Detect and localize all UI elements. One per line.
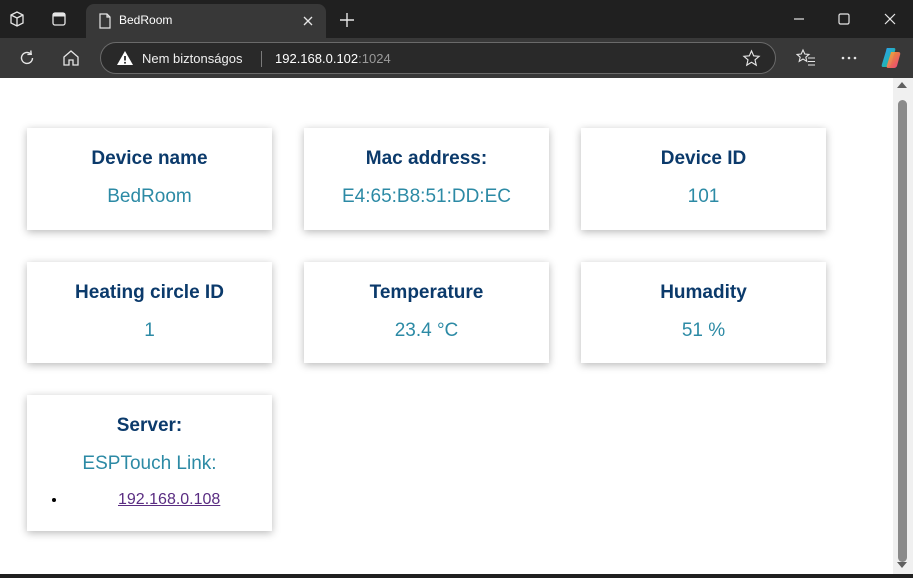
humidity-title: Humadity [660,282,747,303]
server-card: Server: ESPTouch Link: 192.168.0.108 [27,395,272,531]
url-host: 192.168.0.102 [275,51,359,66]
title-bar: BedRoom [0,0,913,38]
maximize-icon[interactable] [835,10,853,28]
page-viewport: Device name BedRoom Mac address: E4:65:B… [0,78,893,574]
temperature-card: Temperature 23.4 °C [304,262,549,363]
scrollbar[interactable] [893,78,913,574]
security-label[interactable]: Nem biztonságos [142,51,242,66]
close-icon[interactable] [881,10,899,28]
page-icon [99,13,111,29]
esptouch-label: ESPTouch Link: [82,453,217,474]
scroll-thumb[interactable] [898,100,907,562]
mac-address-title: Mac address: [365,148,488,169]
plus-icon[interactable] [338,11,356,29]
more-icon[interactable] [839,48,859,68]
heating-circle-title: Heating circle ID [75,282,224,303]
minimize-icon[interactable] [790,10,808,28]
favorites-icon[interactable] [796,48,816,68]
heating-circle-value: 1 [144,320,155,341]
temperature-value: 23.4 °C [394,320,459,341]
device-id-title: Device ID [660,148,747,169]
device-id-value: 101 [687,186,720,207]
url-text[interactable]: 192.168.0.102:1024 [275,51,391,66]
warning-icon[interactable] [116,50,134,66]
device-name-title: Device name [91,148,208,169]
star-icon[interactable] [742,49,761,68]
device-id-card: Device ID 101 [581,128,826,230]
refresh-icon[interactable] [17,48,37,68]
copilot-icon[interactable] [879,46,903,70]
tab-title: BedRoom [119,13,173,27]
window-bottom-edge [0,574,913,578]
device-name-card: Device name BedRoom [27,128,272,230]
browser-toolbar: Nem biztonságos 192.168.0.102:1024 [0,38,913,78]
server-link-list: 192.168.0.108 [27,491,272,509]
server-link[interactable]: 192.168.0.108 [118,491,220,508]
temperature-title: Temperature [369,282,484,303]
close-icon[interactable] [300,13,316,29]
tab-bedroom[interactable]: BedRoom [86,4,326,38]
device-name-value: BedRoom [107,186,192,207]
humidity-value: 51 % [681,320,726,341]
list-item: 192.168.0.108 [67,491,272,509]
mac-address-value: E4:65:B8:51:DD:EC [342,186,511,207]
scroll-down-arrow[interactable] [897,562,907,568]
url-port: :1024 [358,51,391,66]
workspaces-icon[interactable] [7,9,27,29]
humidity-card: Humadity 51 % [581,262,826,363]
server-title: Server: [116,415,183,436]
mac-address-card: Mac address: E4:65:B8:51:DD:EC [304,128,549,230]
address-separator [261,51,262,67]
home-icon[interactable] [61,48,81,68]
scroll-up-arrow[interactable] [897,82,907,88]
tab-actions-icon[interactable] [49,9,69,29]
heating-circle-card: Heating circle ID 1 [27,262,272,363]
address-bar[interactable]: Nem biztonságos 192.168.0.102:1024 [100,42,776,74]
